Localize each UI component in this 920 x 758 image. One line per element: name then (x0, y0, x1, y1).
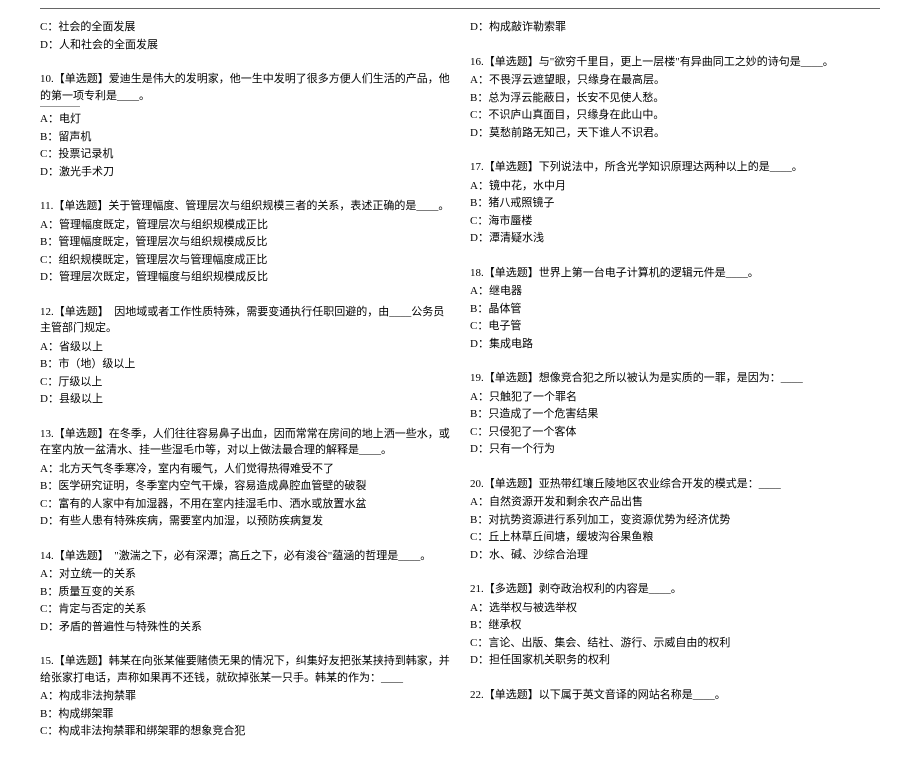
question-10: 10.【单选题】爱迪生是伟大的发明家，他一生中发明了很多方便人们生活的产品，他的… (40, 71, 450, 180)
question-12: 12.【单选题】 因地域或者工作性质特殊，需要变通执行任职回避的，由____公务… (40, 304, 450, 408)
option: A：自然资源开发和剩余农产品出售 (470, 494, 880, 511)
option: D：激光手术刀 (40, 164, 450, 181)
option: B：继承权 (470, 617, 880, 634)
content-columns: C：社会的全面发展 D：人和社会的全面发展 10.【单选题】爱迪生是伟大的发明家… (40, 19, 880, 758)
option: C：肯定与否定的关系 (40, 601, 450, 618)
question-stem: 22.【单选题】以下属于英文音译的网站名称是____。 (470, 687, 880, 704)
question-stem: 13.【单选题】在冬季，人们往往容易鼻子出血，因而常常在房间的地上洒一些水，或在… (40, 426, 450, 459)
option: A：只触犯了一个罪名 (470, 389, 880, 406)
question-16: 16.【单选题】与"欲穷千里目，更上一层楼"有异曲同工之妙的诗句是____。 A… (470, 54, 880, 142)
question-15-partial: D：构成敲诈勒索罪 (470, 19, 880, 36)
question-15: 15.【单选题】韩某在向张某催要赌债无果的情况下，纠集好友把张某挟持到韩家，并给… (40, 653, 450, 740)
option: B：市（地）级以上 (40, 356, 450, 373)
question-9-partial: C：社会的全面发展 D：人和社会的全面发展 (40, 19, 450, 53)
option: C：电子管 (470, 318, 880, 335)
option: C：言论、出版、集会、结社、游行、示威自由的权利 (470, 635, 880, 652)
option: A：继电器 (470, 283, 880, 300)
option: C：构成非法拘禁罪和绑架罪的想象竞合犯 (40, 723, 450, 740)
option: D：构成敲诈勒索罪 (470, 19, 880, 36)
option: A：选举权与被选举权 (470, 600, 880, 617)
option: B：医学研究证明，冬季室内空气干燥，容易造成鼻腔血管壁的破裂 (40, 478, 450, 495)
option: D：莫愁前路无知己，天下谁人不识君。 (470, 125, 880, 142)
blank-line (40, 106, 80, 107)
question-13: 13.【单选题】在冬季，人们往往容易鼻子出血，因而常常在房间的地上洒一些水，或在… (40, 426, 450, 530)
option: C：丘上林草丘间塘，缓坡沟谷果鱼粮 (470, 529, 880, 546)
question-18: 18.【单选题】世界上第一台电子计算机的逻辑元件是____。 A：继电器 B：晶… (470, 265, 880, 353)
option: D：矛盾的普遍性与特殊性的关系 (40, 619, 450, 636)
option: B：总为浮云能蔽日，长安不见使人愁。 (470, 90, 880, 107)
question-stem: 10.【单选题】爱迪生是伟大的发明家，他一生中发明了很多方便人们生活的产品，他的… (40, 71, 450, 104)
option: C：不识庐山真面目，只缘身在此山中。 (470, 107, 880, 124)
option: B：对抗势资源进行系列加工，变资源优势为经济优势 (470, 512, 880, 529)
question-20: 20.【单选题】亚热带红壤丘陵地区农业综合开发的模式是：____ A：自然资源开… (470, 476, 880, 564)
option: B：猪八戒照镜子 (470, 195, 880, 212)
option: D：担任国家机关职务的权利 (470, 652, 880, 669)
question-stem: 12.【单选题】 因地域或者工作性质特殊，需要变通执行任职回避的，由____公务… (40, 304, 450, 337)
question-stem: 14.【单选题】 "激湍之下，必有深潭；高丘之下，必有浚谷"蕴涵的哲理是____… (40, 548, 450, 565)
option: C：社会的全面发展 (40, 19, 450, 36)
option: B：留声机 (40, 129, 450, 146)
page-divider (40, 8, 880, 9)
question-stem: 15.【单选题】韩某在向张某催要赌债无果的情况下，纠集好友把张某挟持到韩家，并给… (40, 653, 450, 686)
option: A：不畏浮云遮望眼，只缘身在最高层。 (470, 72, 880, 89)
option: B：构成绑架罪 (40, 706, 450, 723)
question-22: 22.【单选题】以下属于英文音译的网站名称是____。 (470, 687, 880, 704)
option: A：镜中花，水中月 (470, 178, 880, 195)
option: D：只有一个行为 (470, 441, 880, 458)
option: A：电灯 (40, 111, 450, 128)
option: A：构成非法拘禁罪 (40, 688, 450, 705)
option: C：组织规模既定，管理层次与管理幅度成正比 (40, 252, 450, 269)
option: A：北方天气冬季寒冷，室内有暖气，人们觉得热得难受不了 (40, 461, 450, 478)
question-11: 11.【单选题】关于管理幅度、管理层次与组织规模三者的关系，表述正确的是____… (40, 198, 450, 286)
right-column: D：构成敲诈勒索罪 16.【单选题】与"欲穷千里目，更上一层楼"有异曲同工之妙的… (470, 19, 880, 758)
question-stem: 19.【单选题】想像竞合犯之所以被认为是实质的一罪，是因为：____ (470, 370, 880, 387)
question-stem: 20.【单选题】亚热带红壤丘陵地区农业综合开发的模式是：____ (470, 476, 880, 493)
question-19: 19.【单选题】想像竞合犯之所以被认为是实质的一罪，是因为：____ A：只触犯… (470, 370, 880, 458)
question-17: 17.【单选题】下列说法中，所含光学知识原理达两种以上的是____。 A：镜中花… (470, 159, 880, 247)
option: B：只造成了一个危害结果 (470, 406, 880, 423)
question-stem: 17.【单选题】下列说法中，所含光学知识原理达两种以上的是____。 (470, 159, 880, 176)
option: C：海市蜃楼 (470, 213, 880, 230)
option: D：潭清疑水浅 (470, 230, 880, 247)
option: D：县级以上 (40, 391, 450, 408)
option: D：水、碱、沙综合治理 (470, 547, 880, 564)
option: D：人和社会的全面发展 (40, 37, 450, 54)
question-21: 21.【多选题】剥夺政治权利的内容是____。 A：选举权与被选举权 B：继承权… (470, 581, 880, 669)
question-stem: 21.【多选题】剥夺政治权利的内容是____。 (470, 581, 880, 598)
option: B：管理幅度既定，管理层次与组织规模成反比 (40, 234, 450, 251)
question-stem: 11.【单选题】关于管理幅度、管理层次与组织规模三者的关系，表述正确的是____… (40, 198, 450, 215)
option: A：省级以上 (40, 339, 450, 356)
question-14: 14.【单选题】 "激湍之下，必有深潭；高丘之下，必有浚谷"蕴涵的哲理是____… (40, 548, 450, 636)
option: A：管理幅度既定，管理层次与组织规模成正比 (40, 217, 450, 234)
option: C：厅级以上 (40, 374, 450, 391)
option: B：晶体管 (470, 301, 880, 318)
question-stem: 18.【单选题】世界上第一台电子计算机的逻辑元件是____。 (470, 265, 880, 282)
option: B：质量互变的关系 (40, 584, 450, 601)
option: C：富有的人家中有加湿器，不用在室内挂湿毛巾、洒水或放置水盆 (40, 496, 450, 513)
option: A：对立统一的关系 (40, 566, 450, 583)
option: D：集成电路 (470, 336, 880, 353)
option: D：管理层次既定，管理幅度与组织规模成反比 (40, 269, 450, 286)
option: C：只侵犯了一个客体 (470, 424, 880, 441)
option: D：有些人患有特殊疾病，需要室内加湿，以预防疾病复发 (40, 513, 450, 530)
left-column: C：社会的全面发展 D：人和社会的全面发展 10.【单选题】爱迪生是伟大的发明家… (40, 19, 450, 758)
question-stem: 16.【单选题】与"欲穷千里目，更上一层楼"有异曲同工之妙的诗句是____。 (470, 54, 880, 71)
option: C：投票记录机 (40, 146, 450, 163)
